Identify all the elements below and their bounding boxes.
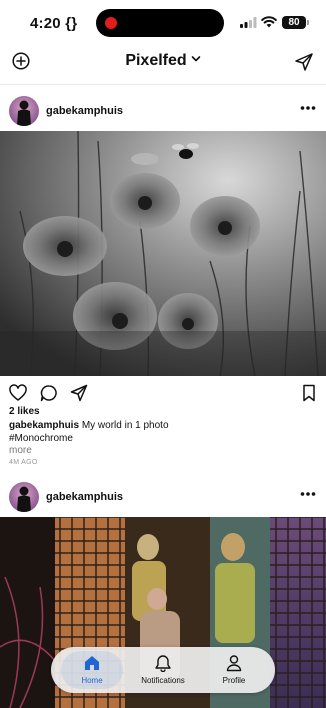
heart-icon[interactable] bbox=[9, 384, 27, 402]
tab-notifications-label: Notifications bbox=[141, 676, 185, 685]
tab-home-label: Home bbox=[81, 676, 103, 685]
tab-home[interactable]: Home bbox=[61, 651, 123, 689]
bottom-tab-bar: Home Notifications Profile bbox=[51, 647, 275, 693]
person-icon bbox=[226, 655, 242, 672]
app-title: Pixelfed bbox=[125, 52, 187, 69]
caption-more-link[interactable]: more bbox=[9, 445, 32, 456]
wifi-icon bbox=[261, 16, 277, 28]
app-header: Pixelfed bbox=[0, 44, 326, 84]
comment-icon[interactable] bbox=[40, 384, 58, 402]
recording-indicator-icon bbox=[105, 17, 117, 29]
battery-indicator: 80 bbox=[282, 16, 309, 29]
feed-switcher[interactable]: Pixelfed bbox=[0, 52, 326, 70]
post-header: gabekamphuis bbox=[0, 96, 326, 136]
like-count[interactable]: 2 likes bbox=[9, 406, 40, 417]
home-icon bbox=[85, 656, 99, 670]
more-options-icon[interactable] bbox=[300, 491, 316, 497]
bell-icon bbox=[155, 655, 171, 672]
hashtag-link[interactable]: #Monochrome bbox=[9, 433, 73, 444]
post-timestamp: 4M AGO bbox=[9, 459, 38, 466]
tab-profile-label: Profile bbox=[222, 676, 246, 685]
header-divider bbox=[0, 84, 326, 85]
poppy-field-image bbox=[0, 131, 326, 376]
post-actions bbox=[0, 384, 326, 406]
post-header: gabekamphuis bbox=[0, 482, 326, 522]
caption-text: My world in 1 photo bbox=[81, 420, 169, 431]
more-options-icon[interactable] bbox=[300, 105, 316, 111]
post-username[interactable]: gabekamphuis bbox=[46, 105, 123, 117]
cellular-signal-icon bbox=[240, 17, 257, 28]
braces-icon: {} bbox=[65, 15, 78, 32]
caption-username[interactable]: gabekamphuis bbox=[9, 420, 79, 431]
tab-profile[interactable]: Profile bbox=[203, 651, 265, 689]
share-icon[interactable] bbox=[70, 384, 88, 402]
tab-notifications[interactable]: Notifications bbox=[132, 651, 194, 689]
post-photo[interactable] bbox=[0, 131, 326, 376]
dynamic-island bbox=[96, 9, 224, 37]
chevron-down-icon bbox=[191, 56, 200, 62]
avatar[interactable] bbox=[9, 96, 39, 126]
bookmark-icon[interactable] bbox=[300, 384, 318, 402]
paper-plane-icon[interactable] bbox=[294, 52, 314, 72]
post-username[interactable]: gabekamphuis bbox=[46, 491, 123, 503]
post-caption: gabekamphuis My world in 1 photo #Monoch… bbox=[9, 419, 309, 445]
status-bar: 4:20 {} 80 bbox=[0, 0, 326, 44]
avatar[interactable] bbox=[9, 482, 39, 512]
clock: 4:20 {} bbox=[30, 15, 78, 32]
